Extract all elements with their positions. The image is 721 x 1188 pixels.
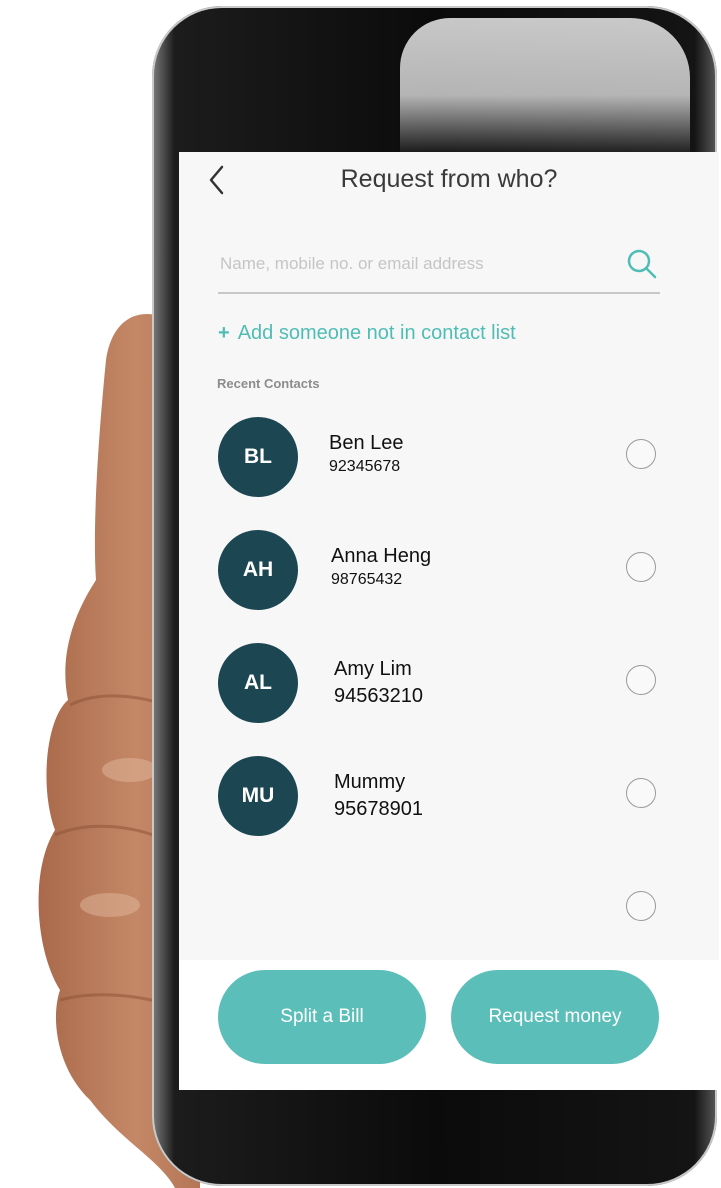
contact-name: Ben Lee: [329, 432, 404, 454]
avatar: AL: [218, 643, 298, 723]
contact-row[interactable]: BL Ben Lee 92345678: [218, 412, 668, 502]
contact-phone: 94563210: [334, 685, 423, 707]
back-icon[interactable]: [201, 162, 231, 198]
search-icon[interactable]: [624, 246, 660, 282]
add-contact-label: Add someone not in contact list: [237, 322, 516, 344]
select-radio[interactable]: [626, 891, 656, 921]
contact-name: Amy Lim: [334, 658, 412, 680]
contact-row-empty: [218, 864, 668, 954]
search-input[interactable]: [218, 248, 612, 280]
select-radio[interactable]: [626, 552, 656, 582]
recent-contacts-heading: Recent Contacts: [217, 376, 320, 391]
avatar: MU: [218, 756, 298, 836]
avatar: BL: [218, 417, 298, 497]
app-screen: Request from who? + Add someone not in co…: [179, 152, 719, 1090]
request-money-button[interactable]: Request money: [451, 970, 659, 1064]
select-radio[interactable]: [626, 665, 656, 695]
plus-icon: +: [218, 322, 230, 344]
bottom-action-bar: Split a Bill Request money: [179, 960, 719, 1090]
search-field: [218, 236, 660, 294]
contact-row[interactable]: MU Mummy 95678901: [218, 751, 668, 841]
avatar: AH: [218, 530, 298, 610]
contact-phone: 95678901: [334, 798, 423, 820]
contact-name: Anna Heng: [331, 545, 432, 567]
contact-row[interactable]: AH Anna Heng 98765432: [218, 525, 668, 615]
page-title: Request from who?: [340, 165, 558, 193]
phone-glare: [400, 18, 690, 158]
contact-phone: 92345678: [329, 458, 401, 475]
contact-row[interactable]: AL Amy Lim 94563210: [218, 638, 668, 728]
split-bill-button[interactable]: Split a Bill: [218, 970, 426, 1064]
contact-name: Mummy: [334, 771, 406, 793]
select-radio[interactable]: [626, 439, 656, 469]
contact-phone: 98765432: [331, 571, 403, 588]
select-radio[interactable]: [626, 778, 656, 808]
add-contact-link[interactable]: + Add someone not in contact list: [218, 322, 516, 345]
